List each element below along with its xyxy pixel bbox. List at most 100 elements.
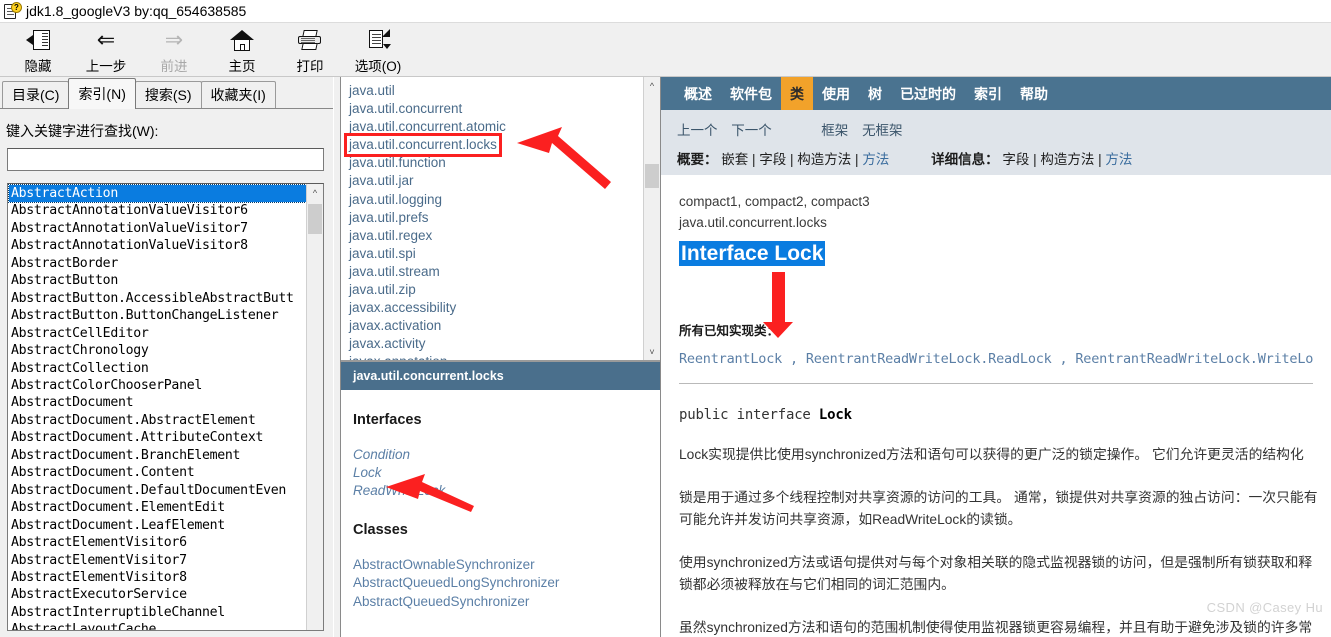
nav-tab-tree[interactable]: 树 bbox=[859, 77, 891, 110]
prev-link[interactable]: 上一个 bbox=[677, 123, 718, 138]
pane-splitter[interactable] bbox=[333, 77, 340, 637]
index-list[interactable]: AbstractAction AbstractAnnotationValueVi… bbox=[8, 184, 306, 630]
package-list[interactable]: java.util java.util.concurrent java.util… bbox=[341, 77, 643, 360]
noframes-link[interactable]: 无框架 bbox=[862, 123, 903, 138]
package-list-item-selected[interactable]: java.util.concurrent.locks bbox=[344, 133, 502, 158]
toolbar-label-hide: 隐藏 bbox=[24, 59, 52, 74]
detail-item-field[interactable]: 字段 bbox=[1002, 152, 1029, 167]
toolbar-button-back[interactable]: ⇐ 上一步 bbox=[72, 23, 140, 75]
frames-link[interactable]: 框架 bbox=[821, 123, 848, 138]
nav-tab-overview[interactable]: 概述 bbox=[675, 77, 721, 110]
toolbar-button-print[interactable]: 打印 bbox=[276, 23, 344, 75]
search-keyword-label: 键入关键字进行查找(W): bbox=[6, 123, 159, 139]
index-list-item[interactable]: AbstractElementVisitor7 bbox=[9, 552, 306, 569]
nav-tab-index[interactable]: 索引 bbox=[965, 77, 1011, 110]
index-list-item[interactable]: AbstractDocument.BranchElement bbox=[9, 447, 306, 464]
index-list-item[interactable]: AbstractDocument.ElementEdit bbox=[9, 499, 306, 516]
index-list-scrollbar[interactable]: ^ bbox=[306, 184, 323, 630]
toolbar-button-options[interactable]: 选项(O) bbox=[344, 23, 412, 75]
package-list-item[interactable]: javax.activity bbox=[349, 336, 426, 351]
package-list-item[interactable]: java.util.regex bbox=[349, 228, 432, 243]
scrollbar-thumb[interactable] bbox=[645, 164, 659, 188]
nav-tab-use[interactable]: 使用 bbox=[813, 77, 859, 110]
known-implementing-classes[interactable]: ReentrantLock , ReentrantReadWriteLock.R… bbox=[679, 351, 1313, 367]
index-list-item[interactable]: AbstractDocument.LeafElement bbox=[9, 517, 306, 534]
index-list-item[interactable]: AbstractColorChooserPanel bbox=[9, 377, 306, 394]
index-list-item[interactable]: AbstractInterruptibleChannel bbox=[9, 604, 306, 621]
index-list-item[interactable]: AbstractAnnotationValueVisitor8 bbox=[9, 237, 306, 254]
scroll-down-icon[interactable]: ˅ bbox=[644, 343, 660, 360]
index-list-item[interactable]: AbstractDocument.DefaultDocumentEven bbox=[9, 482, 306, 499]
index-list-item[interactable]: AbstractElementVisitor6 bbox=[9, 534, 306, 551]
scrollbar-thumb[interactable] bbox=[308, 204, 322, 234]
index-list-item[interactable]: AbstractAnnotationValueVisitor7 bbox=[9, 220, 306, 237]
index-list-item[interactable]: AbstractCollection bbox=[9, 360, 306, 377]
toolbar-button-forward[interactable]: ⇒ 前进 bbox=[140, 23, 208, 75]
package-list-item[interactable]: java.util.prefs bbox=[349, 210, 429, 225]
package-list-item[interactable]: java.util.concurrent.atomic bbox=[349, 119, 506, 134]
toolbar-button-hide[interactable]: 隐藏 bbox=[4, 23, 72, 75]
nav-tab-class[interactable]: 类 bbox=[781, 77, 813, 110]
package-list-item[interactable]: javax.accessibility bbox=[349, 300, 456, 315]
index-list-item[interactable]: AbstractAction bbox=[8, 184, 306, 204]
class-link[interactable]: AbstractQueuedLongSynchronizer bbox=[353, 574, 660, 592]
doc-package-line: java.util.concurrent.locks bbox=[679, 215, 827, 230]
index-list-item[interactable]: AbstractButton.AccessibleAbstractButt bbox=[9, 290, 306, 307]
package-list-item[interactable]: java.util.stream bbox=[349, 264, 440, 279]
next-link[interactable]: 下一个 bbox=[731, 123, 772, 138]
tab-favorites[interactable]: 收藏夹(I) bbox=[200, 81, 276, 108]
scroll-up-icon[interactable]: ^ bbox=[644, 77, 660, 94]
detail-item-constructor[interactable]: 构造方法 bbox=[1040, 152, 1094, 167]
tab-contents[interactable]: 目录(C) bbox=[2, 81, 70, 108]
interface-link[interactable]: Condition bbox=[353, 446, 660, 464]
index-list-container: AbstractAction AbstractAnnotationValueVi… bbox=[7, 183, 324, 631]
interface-link[interactable]: ReadWriteLock bbox=[353, 482, 660, 500]
package-list-item[interactable]: javax.activation bbox=[349, 318, 441, 333]
summary-item-constructor[interactable]: 构造方法 bbox=[797, 152, 851, 167]
index-list-item[interactable]: AbstractDocument.Content bbox=[9, 464, 306, 481]
printer-icon bbox=[295, 27, 325, 53]
index-list-item[interactable]: AbstractButton.ButtonChangeListener bbox=[9, 307, 306, 324]
scroll-up-icon[interactable]: ^ bbox=[307, 184, 323, 201]
tab-search[interactable]: 搜索(S) bbox=[134, 81, 202, 108]
package-list-item[interactable]: javax.annotation bbox=[349, 354, 447, 360]
class-link[interactable]: AbstractOwnableSynchronizer bbox=[353, 556, 660, 574]
toolbar-label-home: 主页 bbox=[228, 59, 256, 74]
tab-index[interactable]: 索引(N) bbox=[68, 78, 136, 109]
toolbar-button-home[interactable]: 主页 bbox=[208, 23, 276, 75]
index-list-item[interactable]: AbstractCellEditor bbox=[9, 325, 306, 342]
index-list-item[interactable]: AbstractExecutorService bbox=[9, 586, 306, 603]
search-input[interactable] bbox=[7, 148, 324, 171]
summary-item-nested[interactable]: 嵌套 bbox=[721, 152, 748, 167]
package-list-item[interactable]: java.util.jar bbox=[349, 173, 414, 188]
tab-favorites-label: 收藏夹(I) bbox=[210, 87, 266, 103]
index-list-item[interactable]: AbstractDocument.AbstractElement bbox=[9, 412, 306, 429]
package-list-item[interactable]: java.util.concurrent bbox=[349, 101, 462, 116]
index-list-item[interactable]: AbstractBorder bbox=[9, 255, 306, 272]
detail-item-method[interactable]: 方法 bbox=[1105, 152, 1132, 167]
index-list-item[interactable]: AbstractAnnotationValueVisitor6 bbox=[9, 202, 306, 219]
index-list-item[interactable]: AbstractChronology bbox=[9, 342, 306, 359]
nav-tab-deprecated[interactable]: 已过时的 bbox=[891, 77, 965, 110]
index-list-item[interactable]: AbstractDocument bbox=[9, 394, 306, 411]
summary-item-method[interactable]: 方法 bbox=[862, 152, 889, 167]
scrollbar-track[interactable] bbox=[307, 201, 323, 630]
class-link[interactable]: AbstractQueuedSynchronizer bbox=[353, 593, 660, 611]
index-list-item[interactable]: AbstractButton bbox=[9, 272, 306, 289]
summary-label: 概要： bbox=[677, 152, 718, 167]
summary-item-field[interactable]: 字段 bbox=[759, 152, 786, 167]
package-list-item[interactable]: java.util.zip bbox=[349, 282, 416, 297]
interface-link-lock[interactable]: Lock bbox=[353, 464, 660, 482]
package-list-item[interactable]: java.util bbox=[349, 83, 395, 98]
index-list-item[interactable]: AbstractDocument.AttributeContext bbox=[9, 429, 306, 446]
package-list-item[interactable]: java.util.logging bbox=[349, 192, 442, 207]
nav-tab-help[interactable]: 帮助 bbox=[1011, 77, 1057, 110]
nav-tab-package[interactable]: 软件包 bbox=[721, 77, 781, 110]
package-list-item[interactable]: java.util.spi bbox=[349, 246, 416, 261]
scrollbar-track[interactable] bbox=[644, 94, 660, 343]
index-list-item[interactable]: AbstractLayoutCache bbox=[9, 621, 306, 630]
index-list-item[interactable]: AbstractElementVisitor8 bbox=[9, 569, 306, 586]
package-list-item[interactable]: java.util.function bbox=[349, 155, 446, 170]
nav-tab-class-label: 类 bbox=[790, 85, 804, 102]
package-list-scrollbar[interactable]: ^ ˅ bbox=[643, 77, 660, 360]
